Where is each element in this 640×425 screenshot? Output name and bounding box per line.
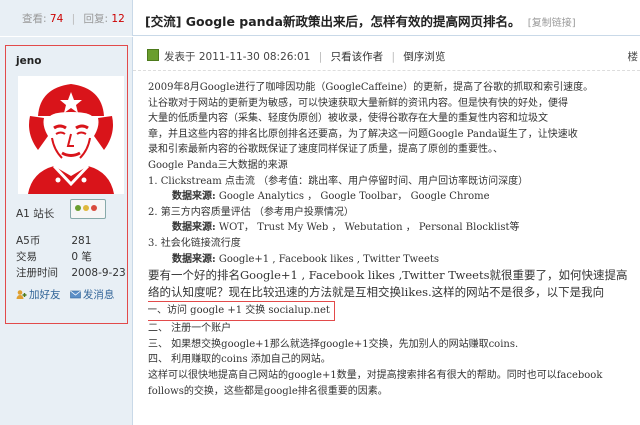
info-key: 注册时间 xyxy=(16,267,58,279)
thread-stats: 查看: 74 | 回复: 12 xyxy=(0,0,133,36)
rank-badge-icon xyxy=(70,199,106,219)
body-line: 三、 如果想交换google+1那么就选择google+1交换，先加别人的网站赚… xyxy=(148,338,519,350)
post-header: 发表于 2011-11-30 08:26:01 | 只看该作者 | 倒序浏览 楼 xyxy=(133,37,640,71)
body-line: 2009年8月Google进行了咖啡因功能（GoogleCaffeine）的更新… xyxy=(148,82,594,93)
body-line: 要有一个好的排名Google+1 , Facebook likes ,Twitt… xyxy=(148,268,628,283)
post-body: 2009年8月Google进行了咖啡因功能（GoogleCaffeine）的更新… xyxy=(148,80,640,399)
data-source-label: 数据来源: xyxy=(172,253,216,265)
info-key: A5币 xyxy=(16,235,41,247)
replies-count: 12 xyxy=(111,13,125,25)
thread-title: [交流] Google panda新政策出来后，怎样有效的提高网页排名。 xyxy=(145,14,521,29)
data-source-label: 数据来源: xyxy=(172,191,216,203)
body-line: 2. 第三方内容质量评估 （参考用户投票情况） xyxy=(148,206,354,218)
reverse-order-link[interactable]: 倒序浏览 xyxy=(403,51,445,63)
floor-number: 楼 xyxy=(627,51,639,63)
body-line: follows的交换，这些都是google排名很重要的因素。 xyxy=(148,385,388,397)
meta-divider: | xyxy=(318,51,323,63)
body-line: 数据来源: Google+1 , Facebook likes , Twitte… xyxy=(148,252,640,268)
author-username[interactable]: jeno xyxy=(16,55,41,67)
add-friend-icon xyxy=(16,290,27,299)
info-key: 交易 xyxy=(16,251,37,263)
add-friend-label: 加好友 xyxy=(29,289,61,301)
body-line: 一、访问 google +1 交换 socialup.net xyxy=(148,301,640,322)
avatar[interactable] xyxy=(18,76,124,194)
post-meta: 发表于 2011-11-30 08:26:01 | 只看该作者 | 倒序浏览 xyxy=(164,49,445,64)
body-line: 录和引索最新内容的谷歌既保证了速度同样保证了质量，提高了原创的重要性。、 xyxy=(148,144,503,156)
body-line: 让谷歌对于网站的更新更为敏感，可以快速获取大量新鲜的资讯内容。但是快有快的好处，… xyxy=(148,97,568,109)
message-icon xyxy=(70,290,81,299)
body-line: 数据来源: Google Analytics ， Google Toolbar，… xyxy=(148,189,640,205)
body-line: 四、 利用赚取的coins 添加自己的网站。 xyxy=(148,354,331,366)
info-row-coins: A5币 281 xyxy=(16,233,126,249)
body-line: 章，并且这些内容的排名比原创排名还要高，为了解决这一问题Google Panda… xyxy=(148,128,578,140)
info-row-register-date: 注册时间 2008-9-23 xyxy=(16,265,126,281)
author-profile-box: jeno A1 站长 A5币 281 交易 0 笔 注册时间 2008-9-23… xyxy=(5,45,128,324)
data-source-value: WOT， Trust My Web ， Webutation ， Persona… xyxy=(215,222,520,234)
add-friend-button[interactable]: 加好友 xyxy=(16,287,61,302)
body-line: 络的认知度呢？现在比较迅速的方法就是互相交换likes.这样的网站不是很多，以下… xyxy=(148,285,605,300)
send-message-button[interactable]: 发消息 xyxy=(70,287,115,302)
replies-label: 回复: xyxy=(83,13,109,25)
data-source-value: Google+1 , Facebook likes , Twitter Twee… xyxy=(215,253,440,265)
stats-divider: | xyxy=(71,13,76,25)
avatar-portrait-image xyxy=(18,76,124,194)
thread-header-bar: 查看: 74 | 回复: 12 [交流] Google panda新政策出来后，… xyxy=(0,0,640,36)
info-value: 2008-9-23 xyxy=(71,267,126,279)
body-line: 3. 社会化链接流行度 xyxy=(148,237,241,249)
info-row-trades: 交易 0 笔 xyxy=(16,249,126,265)
body-line: 1. Clickstream 点击流 （参考值：跳出率、用户停留时间、用户回访率… xyxy=(148,175,529,187)
post-status-icon xyxy=(147,49,159,61)
send-message-label: 发消息 xyxy=(82,289,115,301)
views-label: 查看: xyxy=(22,13,47,25)
body-line: 大量的低质量内容（采集、轻度伪原创）被收录，使得谷歌存在大量的重复性内容和垃圾文 xyxy=(148,113,548,125)
author-actions: 加好友 发消息 xyxy=(16,287,120,303)
body-line: 二、 注册一个账户 xyxy=(148,323,232,335)
author-sidebar: jeno A1 站长 A5币 281 交易 0 笔 注册时间 2008-9-23… xyxy=(0,37,133,425)
highlighted-step-link[interactable]: 一、访问 google +1 交换 socialup.net xyxy=(148,301,335,322)
author-info-table: A5币 281 交易 0 笔 注册时间 2008-9-23 xyxy=(16,233,126,281)
post-date: 发表于 2011-11-30 08:26:01 xyxy=(164,51,311,63)
views-count: 74 xyxy=(49,13,64,25)
meta-divider: | xyxy=(391,51,395,63)
body-line: 这样可以很快地提高自己网站的google+1数量，对提高搜索排名有很大的帮助。同… xyxy=(148,369,603,381)
data-source-label: 数据来源: xyxy=(172,222,216,234)
author-only-link[interactable]: 只看该作者 xyxy=(331,51,384,63)
thread-title-area: [交流] Google panda新政策出来后，怎样有效的提高网页排名。 [复制… xyxy=(145,11,576,30)
body-line: Google Panda三大数据的来源 xyxy=(148,159,288,171)
author-level: A1 站长 xyxy=(16,208,55,220)
info-value: 0 笔 xyxy=(71,251,92,263)
copy-link-button[interactable]: [复制链接] xyxy=(528,18,576,29)
info-value: 281 xyxy=(71,235,92,247)
data-source-value: Google Analytics ， Google Toolbar， Googl… xyxy=(215,191,490,203)
body-line: 数据来源: WOT， Trust My Web ， Webutation ， P… xyxy=(148,220,640,236)
